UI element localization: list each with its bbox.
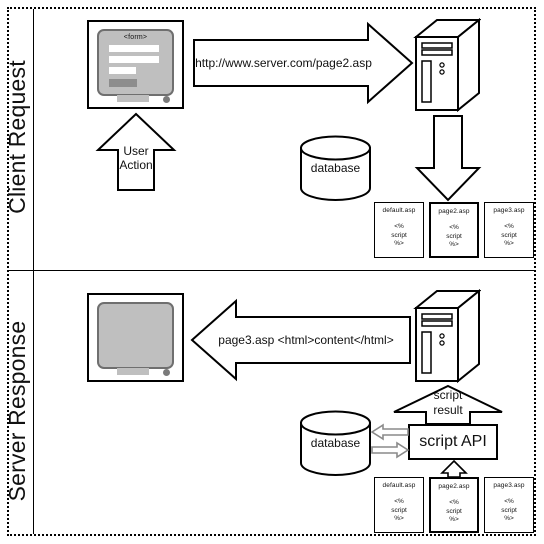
files-to-api-up-arrow [440, 459, 468, 478]
script-result-line-1: script [433, 388, 463, 402]
server-tower-icon-bottom [413, 288, 481, 384]
browser-screen-rendered [97, 302, 174, 369]
form-input-2[interactable] [109, 56, 159, 63]
user-action-line-1: User [123, 144, 149, 158]
power-led-icon [163, 96, 170, 103]
monitor-base-bar [117, 95, 149, 102]
file-card-default-asp-top[interactable]: default.asp <% script %> [374, 202, 424, 258]
file-name: default.asp [382, 482, 416, 489]
file-card-page2-asp-bottom[interactable]: page2.asp <% script %> [429, 477, 479, 533]
script-result-line-2: result [433, 403, 463, 417]
browser-screen: <form> [97, 29, 174, 96]
file-body: <% script %> [391, 498, 407, 522]
section-label-server-response: Server Response [4, 320, 30, 502]
user-action-line-2: Action [119, 158, 153, 172]
http-response-content-label: page3.asp <html>content</html> [218, 333, 394, 347]
form-input-3[interactable] [109, 67, 136, 74]
file-body: <% script %> [391, 223, 407, 247]
asp-files-row-top: default.asp <% script %> page2.asp <% scrip… [374, 202, 534, 258]
file-name: default.asp [382, 207, 416, 214]
form-input-1[interactable] [109, 45, 159, 52]
server-to-files-down-arrow [414, 114, 482, 202]
file-card-default-asp-bottom[interactable]: default.asp <% script %> [374, 477, 424, 533]
file-name: page3.asp [493, 207, 525, 214]
file-name: page2.asp [438, 483, 470, 490]
file-name: page3.asp [493, 482, 525, 489]
database-cylinder-bottom: database [299, 410, 372, 476]
section-label-client-request: Client Request [4, 60, 30, 214]
file-card-page3-asp-bottom[interactable]: page3.asp <% script %> [484, 477, 534, 533]
file-card-page2-asp-top[interactable]: page2.asp <% script %> [429, 202, 479, 258]
file-card-page3-asp-top[interactable]: page3.asp <% script %> [484, 202, 534, 258]
db-write-arrow [370, 441, 410, 459]
file-body: <% script %> [446, 499, 462, 523]
http-request-url-label: http://www.server.com/page2.asp [195, 56, 372, 70]
client-browser-monitor[interactable]: <form> [87, 20, 184, 109]
file-body: <% script %> [501, 223, 517, 247]
script-api-label: script API [419, 433, 487, 450]
file-body: <% script %> [446, 224, 462, 248]
diagram-canvas: Client Request Server Response <form> Us… [0, 0, 544, 544]
section-divider [9, 270, 534, 271]
database-cylinder-top: database [299, 135, 372, 201]
client-browser-monitor-rendered[interactable] [87, 293, 184, 382]
power-led-icon [163, 369, 170, 376]
database-label-top: database [310, 161, 361, 175]
user-action-arrow-label: User Action [96, 138, 176, 178]
script-result-arrow-label: script result [410, 385, 486, 421]
file-body: <% script %> [501, 498, 517, 522]
monitor-base-bar [117, 368, 149, 375]
database-label-bottom: database [310, 436, 361, 450]
script-api-box[interactable]: script API [408, 424, 498, 460]
form-submit-button[interactable] [109, 79, 137, 87]
form-tag-label: <form> [123, 34, 148, 41]
db-read-arrow [370, 423, 410, 441]
file-name: page2.asp [438, 208, 470, 215]
server-tower-icon-top [413, 17, 481, 113]
asp-files-row-bottom: default.asp <% script %> page2.asp <% scrip… [374, 477, 534, 533]
